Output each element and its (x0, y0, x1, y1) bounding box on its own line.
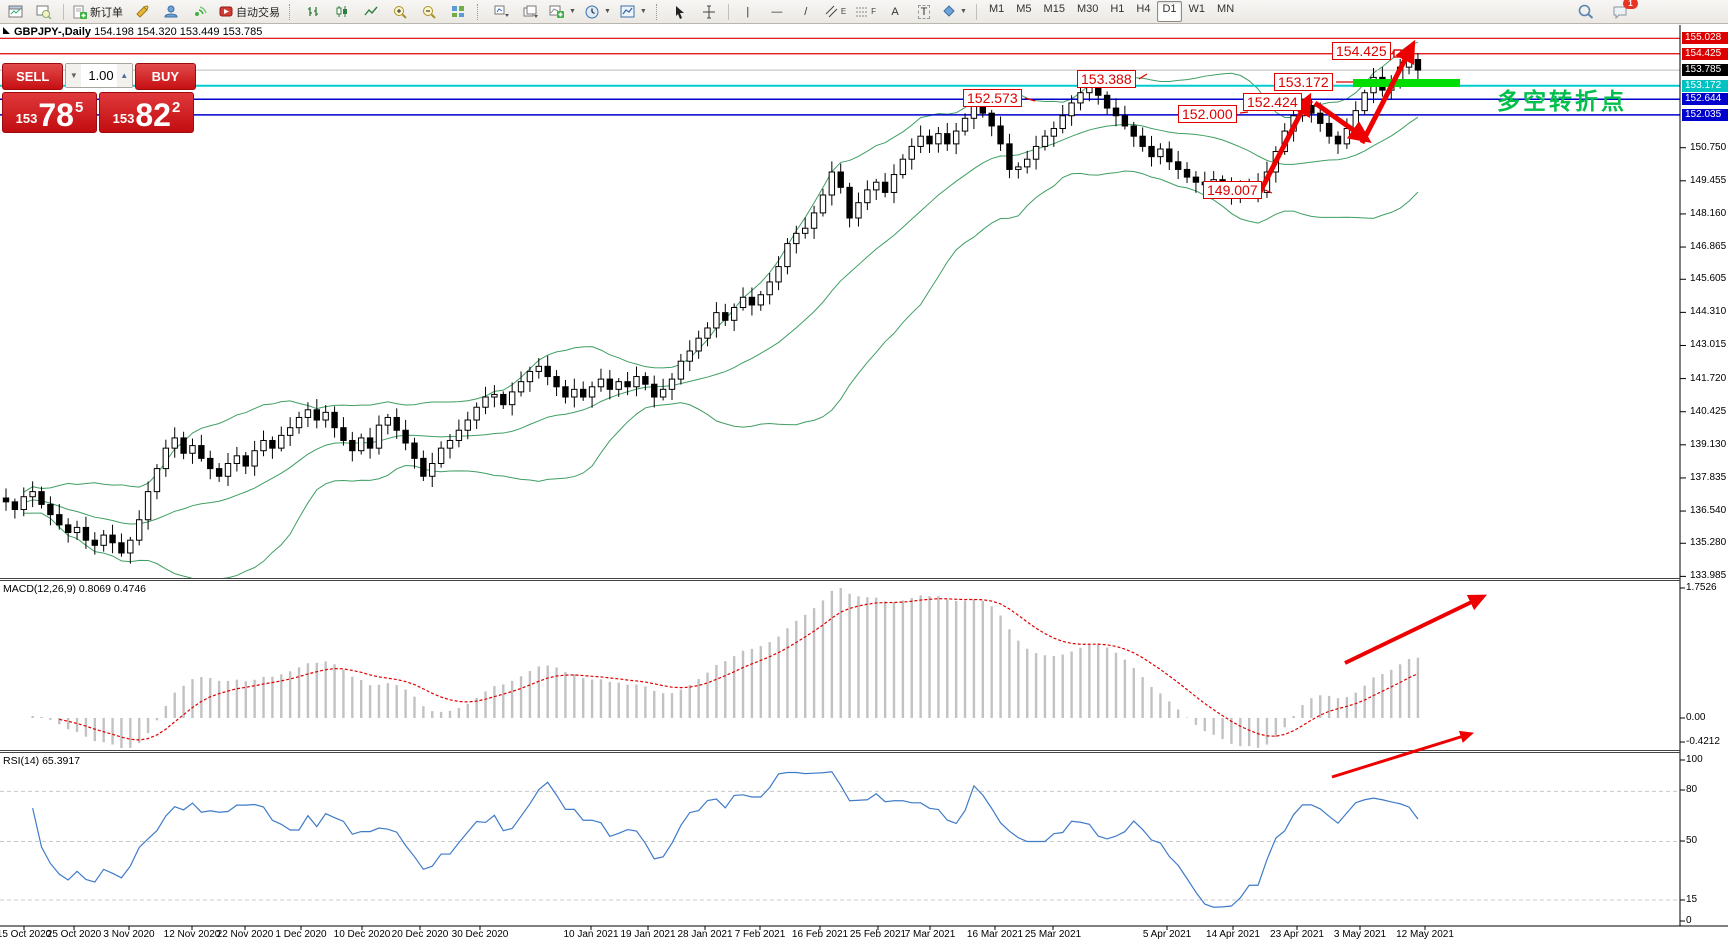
signals-icon[interactable] (187, 1, 213, 22)
ask-pip: 2 (172, 99, 180, 116)
chevron-down-icon: ▼ (640, 8, 647, 15)
notification-badge: 1 (1623, 0, 1638, 9)
search-icon[interactable] (1573, 1, 1599, 22)
autotrading-button[interactable]: 自动交易 (216, 1, 283, 22)
arrows-tool-icon[interactable]: ▼ (940, 1, 970, 22)
bid-main: 78 (38, 100, 74, 130)
new-chart-icon[interactable] (2, 1, 28, 22)
timeframe-bar: M1M5M15M30H1H4D1W1MN (983, 1, 1240, 22)
zoom-out-icon[interactable] (416, 1, 442, 22)
vertical-line-tool-icon[interactable]: | (735, 1, 761, 22)
ask-main: 82 (135, 100, 171, 130)
cascade-windows-icon[interactable] (517, 1, 543, 22)
crosshair-tool-icon[interactable] (696, 1, 722, 22)
add-indicator-icon[interactable]: ▼ (546, 1, 579, 22)
new-order-label: 新订单 (90, 4, 123, 20)
text-label-tool-icon[interactable]: T (911, 1, 937, 22)
sell-button[interactable]: SELL (2, 63, 63, 90)
ask-prefix: 153 (113, 111, 135, 126)
toolbar-separator (976, 4, 977, 20)
notifications-chat-icon[interactable]: 1 (1607, 1, 1633, 22)
toolbar-separator (63, 4, 64, 20)
bid-prefix: 153 (16, 111, 38, 126)
bar-chart-mode-icon[interactable] (300, 1, 326, 22)
zoom-in-icon[interactable] (387, 1, 413, 22)
volume-increase-button[interactable]: ▲ (117, 64, 132, 87)
new-order-button[interactable]: 新订单 (70, 1, 126, 22)
timeframe-button-m1[interactable]: M1 (984, 1, 1009, 22)
buy-button[interactable]: BUY (135, 63, 196, 90)
timeframe-button-m15[interactable]: M15 (1039, 1, 1070, 22)
period-clock-icon[interactable]: ▼ (582, 1, 614, 22)
cursor-tool-icon[interactable] (667, 1, 693, 22)
community-icon[interactable] (158, 1, 184, 22)
timeframe-button-d1[interactable]: D1 (1157, 1, 1181, 22)
timeframe-button-w1[interactable]: W1 (1184, 1, 1211, 22)
candlestick-mode-icon[interactable] (329, 1, 355, 22)
arrange-windows-icon[interactable] (488, 1, 514, 22)
toolbar-grip (656, 4, 661, 20)
styler-brush-icon[interactable] (129, 1, 155, 22)
chevron-down-icon: ▼ (604, 8, 611, 15)
fibonacci-tool-icon[interactable]: F (852, 1, 879, 22)
timeframe-button-h4[interactable]: H4 (1131, 1, 1155, 22)
tile-windows-icon[interactable] (445, 1, 471, 22)
timeframe-button-h1[interactable]: H1 (1105, 1, 1129, 22)
chevron-down-icon: ▼ (569, 8, 576, 15)
chart-profiles-icon[interactable] (31, 1, 57, 22)
volume-stepper[interactable]: ▼ 1.00 ▲ (65, 63, 132, 88)
main-toolbar: 新订单 自动交易 ▼ ▼ (0, 0, 1728, 24)
equidistant-channel-tool-icon[interactable]: E (822, 1, 849, 22)
timeframe-button-mn[interactable]: MN (1212, 1, 1239, 22)
template-icon[interactable]: ▼ (617, 1, 650, 22)
fibo-glyph: F (871, 7, 876, 16)
one-click-trading-panel: SELL ▼ 1.00 ▲ BUY 153 78 5 153 82 2 (2, 63, 196, 133)
channel-glyph: E (841, 7, 846, 16)
bid-quote[interactable]: 153 78 5 (2, 92, 97, 133)
horizontal-line-tool-icon[interactable]: — (764, 1, 790, 22)
volume-value[interactable]: 1.00 (81, 64, 116, 87)
ask-quote[interactable]: 153 82 2 (99, 92, 194, 133)
volume-decrease-button[interactable]: ▼ (66, 64, 81, 87)
autotrading-label: 自动交易 (236, 4, 280, 20)
chart-area[interactable]: GBPJPY-,Daily 154.198 154.320 153.449 15… (0, 24, 1728, 941)
bid-pip: 5 (75, 99, 83, 116)
timeframe-button-m5[interactable]: M5 (1011, 1, 1036, 22)
text-tool-icon[interactable]: A (882, 1, 908, 22)
timeframe-button-m30[interactable]: M30 (1072, 1, 1103, 22)
chart-canvas[interactable] (0, 0, 1728, 941)
toolbar-separator (728, 4, 729, 20)
line-chart-mode-icon[interactable] (358, 1, 384, 22)
toolbar-grip (477, 4, 482, 20)
trendline-tool-icon[interactable]: / (793, 1, 819, 22)
chevron-down-icon: ▼ (960, 8, 967, 15)
toolbar-grip (289, 4, 294, 20)
